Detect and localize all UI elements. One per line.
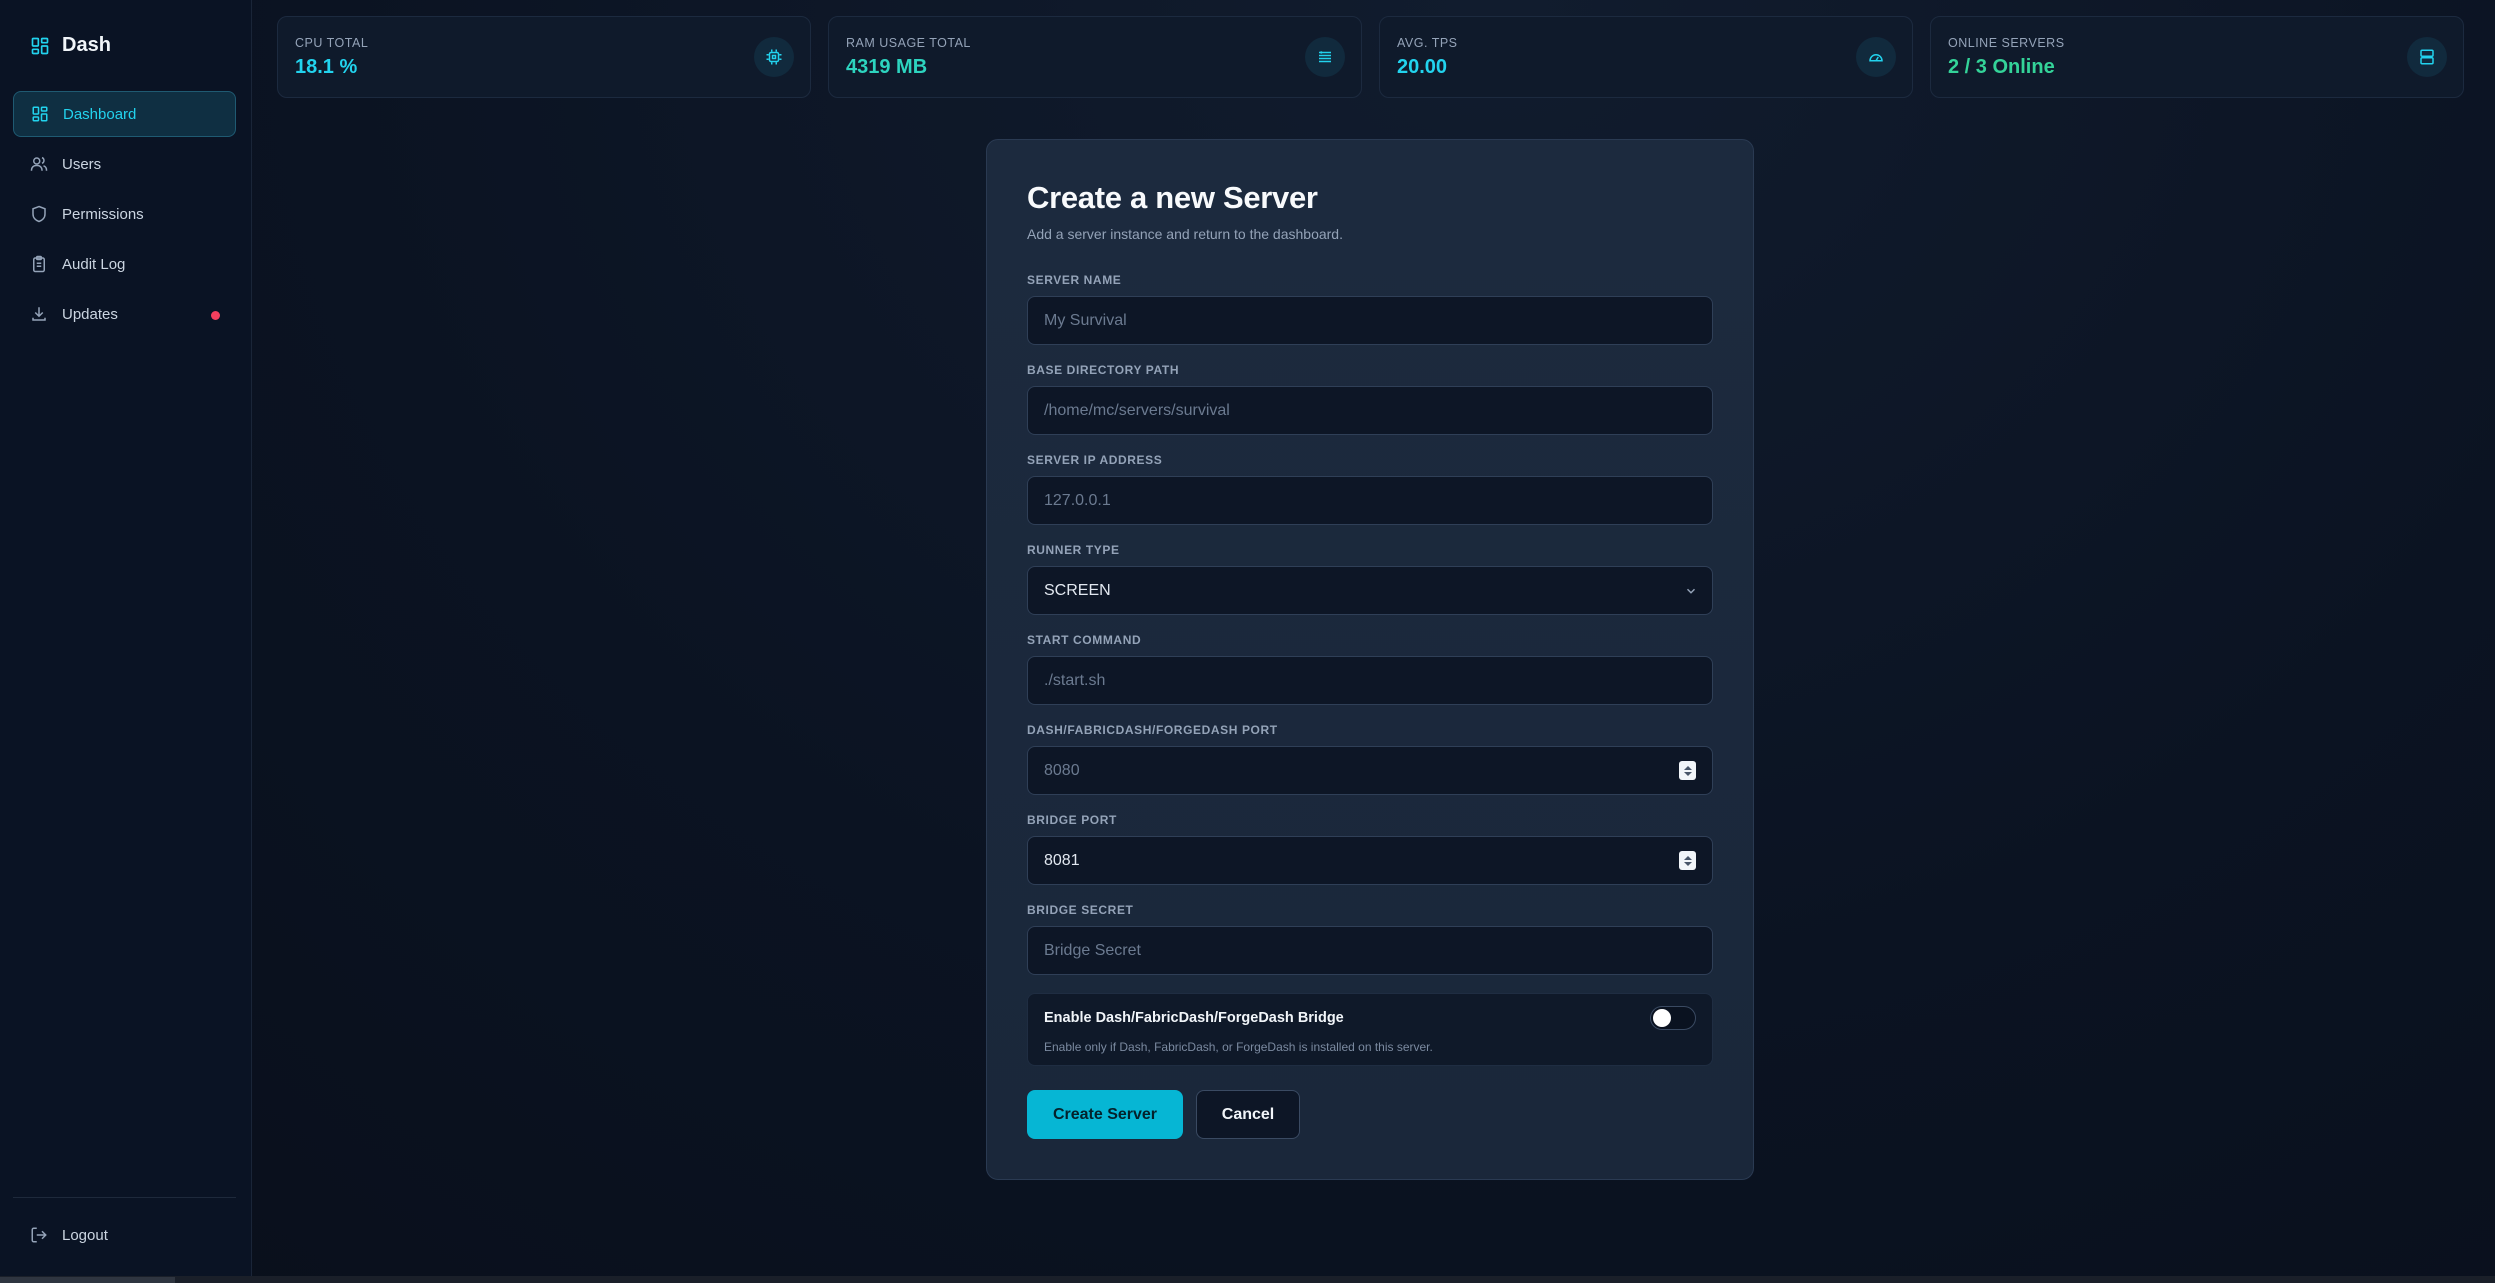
base-dir-field [1027,386,1713,435]
stat-value: 20.00 [1397,56,1448,78]
page-subtitle: Add a server instance and return to the … [1027,226,1343,242]
bridge-secret-label: BRIDGE SECRET [1027,903,1134,917]
sidebar: Dash Dashboard Users Permissions Audit L… [0,0,252,1276]
start-command-input[interactable] [1028,657,1712,704]
bridge-toggle-title: Enable Dash/FabricDash/ForgeDash Bridge [1044,1010,1344,1026]
sidebar-item-permissions[interactable]: Permissions [13,191,236,237]
number-stepper[interactable] [1679,851,1696,870]
stat-value: 2 / 3 Online [1948,56,2055,78]
sidebar-item-label: Dashboard [63,105,137,123]
start-command-label: START COMMAND [1027,633,1142,647]
app-root: Dash Dashboard Users Permissions Audit L… [0,0,2495,1283]
cpu-icon [754,37,794,77]
memory-icon [1305,37,1345,77]
scrollbar-thumb[interactable] [0,1277,175,1283]
sidebar-item-label: Permissions [62,205,144,223]
brand-name: Dash [62,34,111,56]
stat-card-cpu: CPU TOTAL 18.1 % [277,16,811,98]
stat-card-ram: RAM USAGE TOTAL 4319 MB [828,16,1362,98]
shield-icon [32,205,46,223]
stat-label: RAM USAGE TOTAL [846,36,971,50]
page-title: Create a new Server [1027,180,1318,215]
bridge-toggle-panel: Enable Dash/FabricDash/ForgeDash Bridge … [1027,993,1713,1066]
gauge-icon [1856,37,1896,77]
server-name-field [1027,296,1713,345]
stat-value: 4319 MB [846,56,928,78]
bridge-secret-input[interactable] [1028,927,1712,974]
bridge-port-field [1027,836,1713,885]
dashboard-grid-icon [32,106,48,122]
brand[interactable]: Dash [30,34,111,57]
sidebar-item-audit-log[interactable]: Audit Log [13,241,236,287]
sidebar-item-label: Audit Log [62,255,126,273]
sidebar-item-label: Users [62,155,102,173]
stat-value: 18.1 % [295,56,358,78]
bridge-toggle-switch[interactable] [1650,1006,1696,1030]
server-name-label: SERVER NAME [1027,273,1122,287]
cancel-button[interactable]: Cancel [1196,1090,1300,1139]
stat-label: AVG. TPS [1397,36,1458,50]
sidebar-divider [13,1197,236,1198]
sidebar-item-label: Updates [62,305,118,323]
sidebar-item-updates[interactable]: Updates [13,291,236,337]
toggle-knob [1653,1009,1671,1027]
server-ip-field [1027,476,1713,525]
server-icon [2407,37,2447,77]
horizontal-scrollbar[interactable] [0,1276,2495,1283]
stat-card-tps: AVG. TPS 20.00 [1379,16,1913,98]
dash-port-field [1027,746,1713,795]
server-ip-label: SERVER IP ADDRESS [1027,453,1163,467]
logout-label: Logout [62,1226,108,1244]
sidebar-item-users[interactable]: Users [13,141,236,187]
bridge-toggle-description: Enable only if Dash, FabricDash, or Forg… [1044,1040,1433,1054]
sidebar-nav: Dashboard Users Permissions Audit Log Up… [13,91,236,341]
bridge-port-label: BRIDGE PORT [1027,813,1117,827]
stat-label: ONLINE SERVERS [1948,36,2065,50]
dashboard-grid-icon [31,37,49,54]
bridge-secret-field [1027,926,1713,975]
create-server-card: Create a new Server Add a server instanc… [986,139,1754,1180]
logout-button[interactable]: Logout [30,1226,108,1244]
bridge-port-input[interactable] [1028,837,1712,884]
logout-icon [31,1227,47,1243]
chevron-down-icon [1686,588,1696,594]
stat-label: CPU TOTAL [295,36,369,50]
stat-card-servers: ONLINE SERVERS 2 / 3 Online [1930,16,2464,98]
server-name-input[interactable] [1028,297,1712,344]
base-dir-input[interactable] [1028,387,1712,434]
download-icon [32,307,46,321]
clipboard-icon [33,255,45,273]
runner-type-label: RUNNER TYPE [1027,543,1120,557]
notification-dot [211,311,220,320]
runner-type-value: SCREEN [1044,582,1111,599]
start-command-field [1027,656,1713,705]
create-server-button[interactable]: Create Server [1027,1090,1183,1139]
sidebar-item-dashboard[interactable]: Dashboard [13,91,236,137]
dash-port-label: DASH/FABRICDASH/FORGEDASH PORT [1027,723,1278,737]
dash-port-input[interactable] [1028,747,1712,794]
users-icon [30,156,48,171]
server-ip-input[interactable] [1028,477,1712,524]
base-dir-label: BASE DIRECTORY PATH [1027,363,1180,377]
number-stepper[interactable] [1679,761,1696,780]
runner-type-select[interactable]: SCREEN [1027,566,1713,615]
